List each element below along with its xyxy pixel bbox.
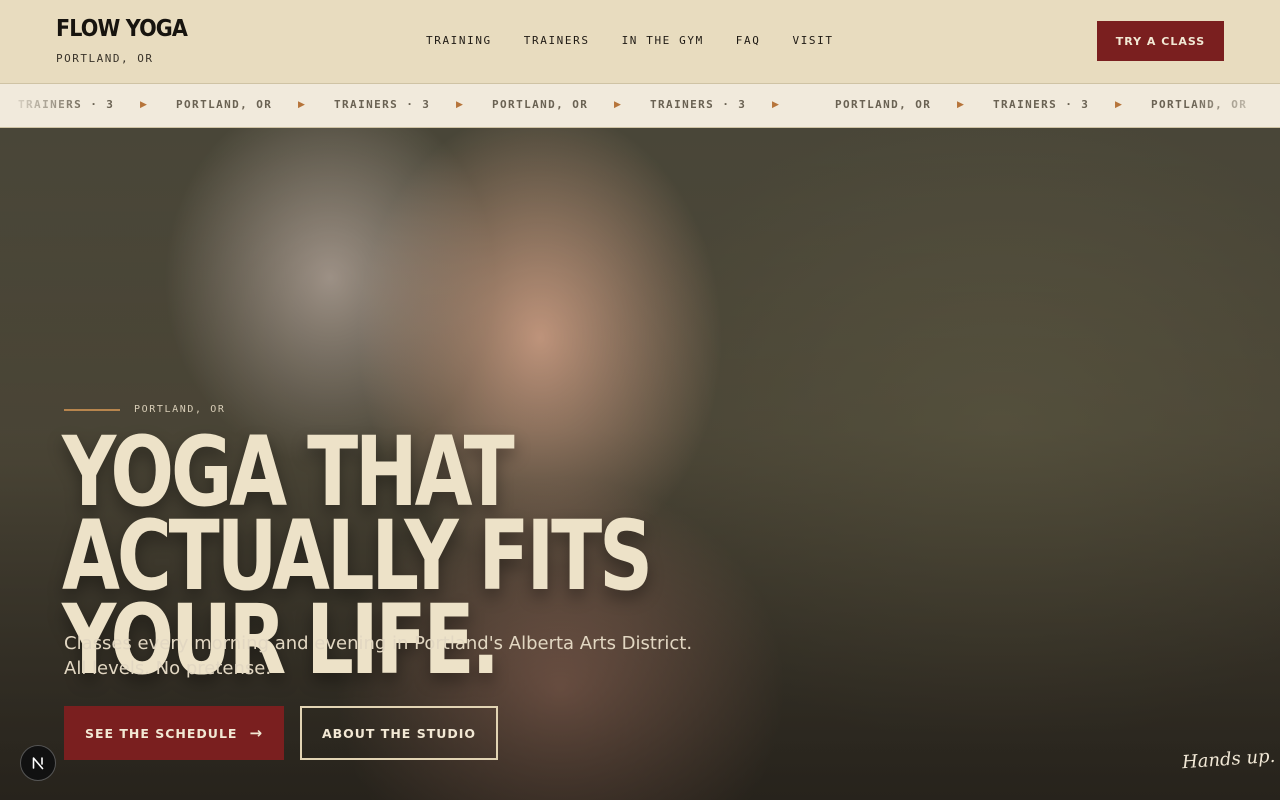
triangle-right-icon: ▶	[140, 99, 147, 109]
triangle-right-icon: ▶	[772, 99, 779, 109]
nav-item-visit[interactable]: VISIT	[792, 34, 833, 47]
ticker-track: TRAINERS · 3 ▶ PORTLAND, OR ▶ TRAINERS ·…	[0, 98, 1280, 114]
hero-eyebrow: PORTLAND, OR	[134, 404, 226, 415]
arrow-right-icon: →	[249, 724, 264, 742]
nextjs-logo-icon[interactable]	[20, 745, 56, 781]
nav-item-training[interactable]: TRAINING	[426, 34, 492, 47]
try-a-class-button[interactable]: TRY A CLASS	[1097, 21, 1224, 61]
see-schedule-button[interactable]: SEE THE SCHEDULE →	[64, 706, 284, 760]
about-studio-button[interactable]: ABOUT THE STUDIO	[300, 706, 498, 760]
logo-subtitle: PORTLAND, OR	[56, 52, 154, 65]
ticker-item: PORTLAND, OR	[835, 98, 932, 111]
triangle-right-icon: ▶	[298, 99, 305, 109]
ticker-item: PORTLAND, OR	[492, 98, 589, 111]
ticker-fade-right	[1190, 84, 1280, 127]
headline-line: YOGA THAT ACTUALLY FITS	[62, 416, 653, 612]
triangle-right-icon: ▶	[1115, 99, 1122, 109]
hero-subcopy: Classes every morning and evening in Por…	[64, 631, 764, 681]
nav-item-in-the-gym[interactable]: IN THE GYM	[622, 34, 704, 47]
ticker-item: PORTLAND, OR	[176, 98, 273, 111]
site-header: FLOW YOGA PORTLAND, OR TRAINING TRAINERS…	[0, 0, 1280, 84]
see-schedule-label: SEE THE SCHEDULE	[84, 725, 238, 741]
triangle-right-icon: ▶	[456, 99, 463, 109]
nav-item-trainers[interactable]: TRAINERS	[524, 34, 590, 47]
eyebrow-divider	[64, 409, 120, 411]
logo-title[interactable]: FLOW YOGA	[56, 16, 188, 42]
ticker-fade-left	[0, 84, 90, 127]
main-nav: TRAINING TRAINERS IN THE GYM FAQ VISIT	[426, 34, 834, 47]
triangle-right-icon: ▶	[614, 99, 621, 109]
triangle-right-icon: ▶	[957, 99, 964, 109]
subcopy-line: Classes every morning and evening in Por…	[64, 633, 693, 654]
subcopy-line: All levels. No pretense.	[64, 658, 272, 679]
ticker-item: TRAINERS · 3	[650, 98, 747, 111]
ticker-item: TRAINERS · 3	[993, 98, 1090, 111]
nav-item-faq[interactable]: FAQ	[736, 34, 761, 47]
marquee-ticker: TRAINERS · 3 ▶ PORTLAND, OR ▶ TRAINERS ·…	[0, 84, 1280, 128]
ticker-item: TRAINERS · 3	[334, 98, 431, 111]
hero-section: PORTLAND, OR YOGA THAT ACTUALLY FITS YOU…	[0, 128, 1280, 800]
